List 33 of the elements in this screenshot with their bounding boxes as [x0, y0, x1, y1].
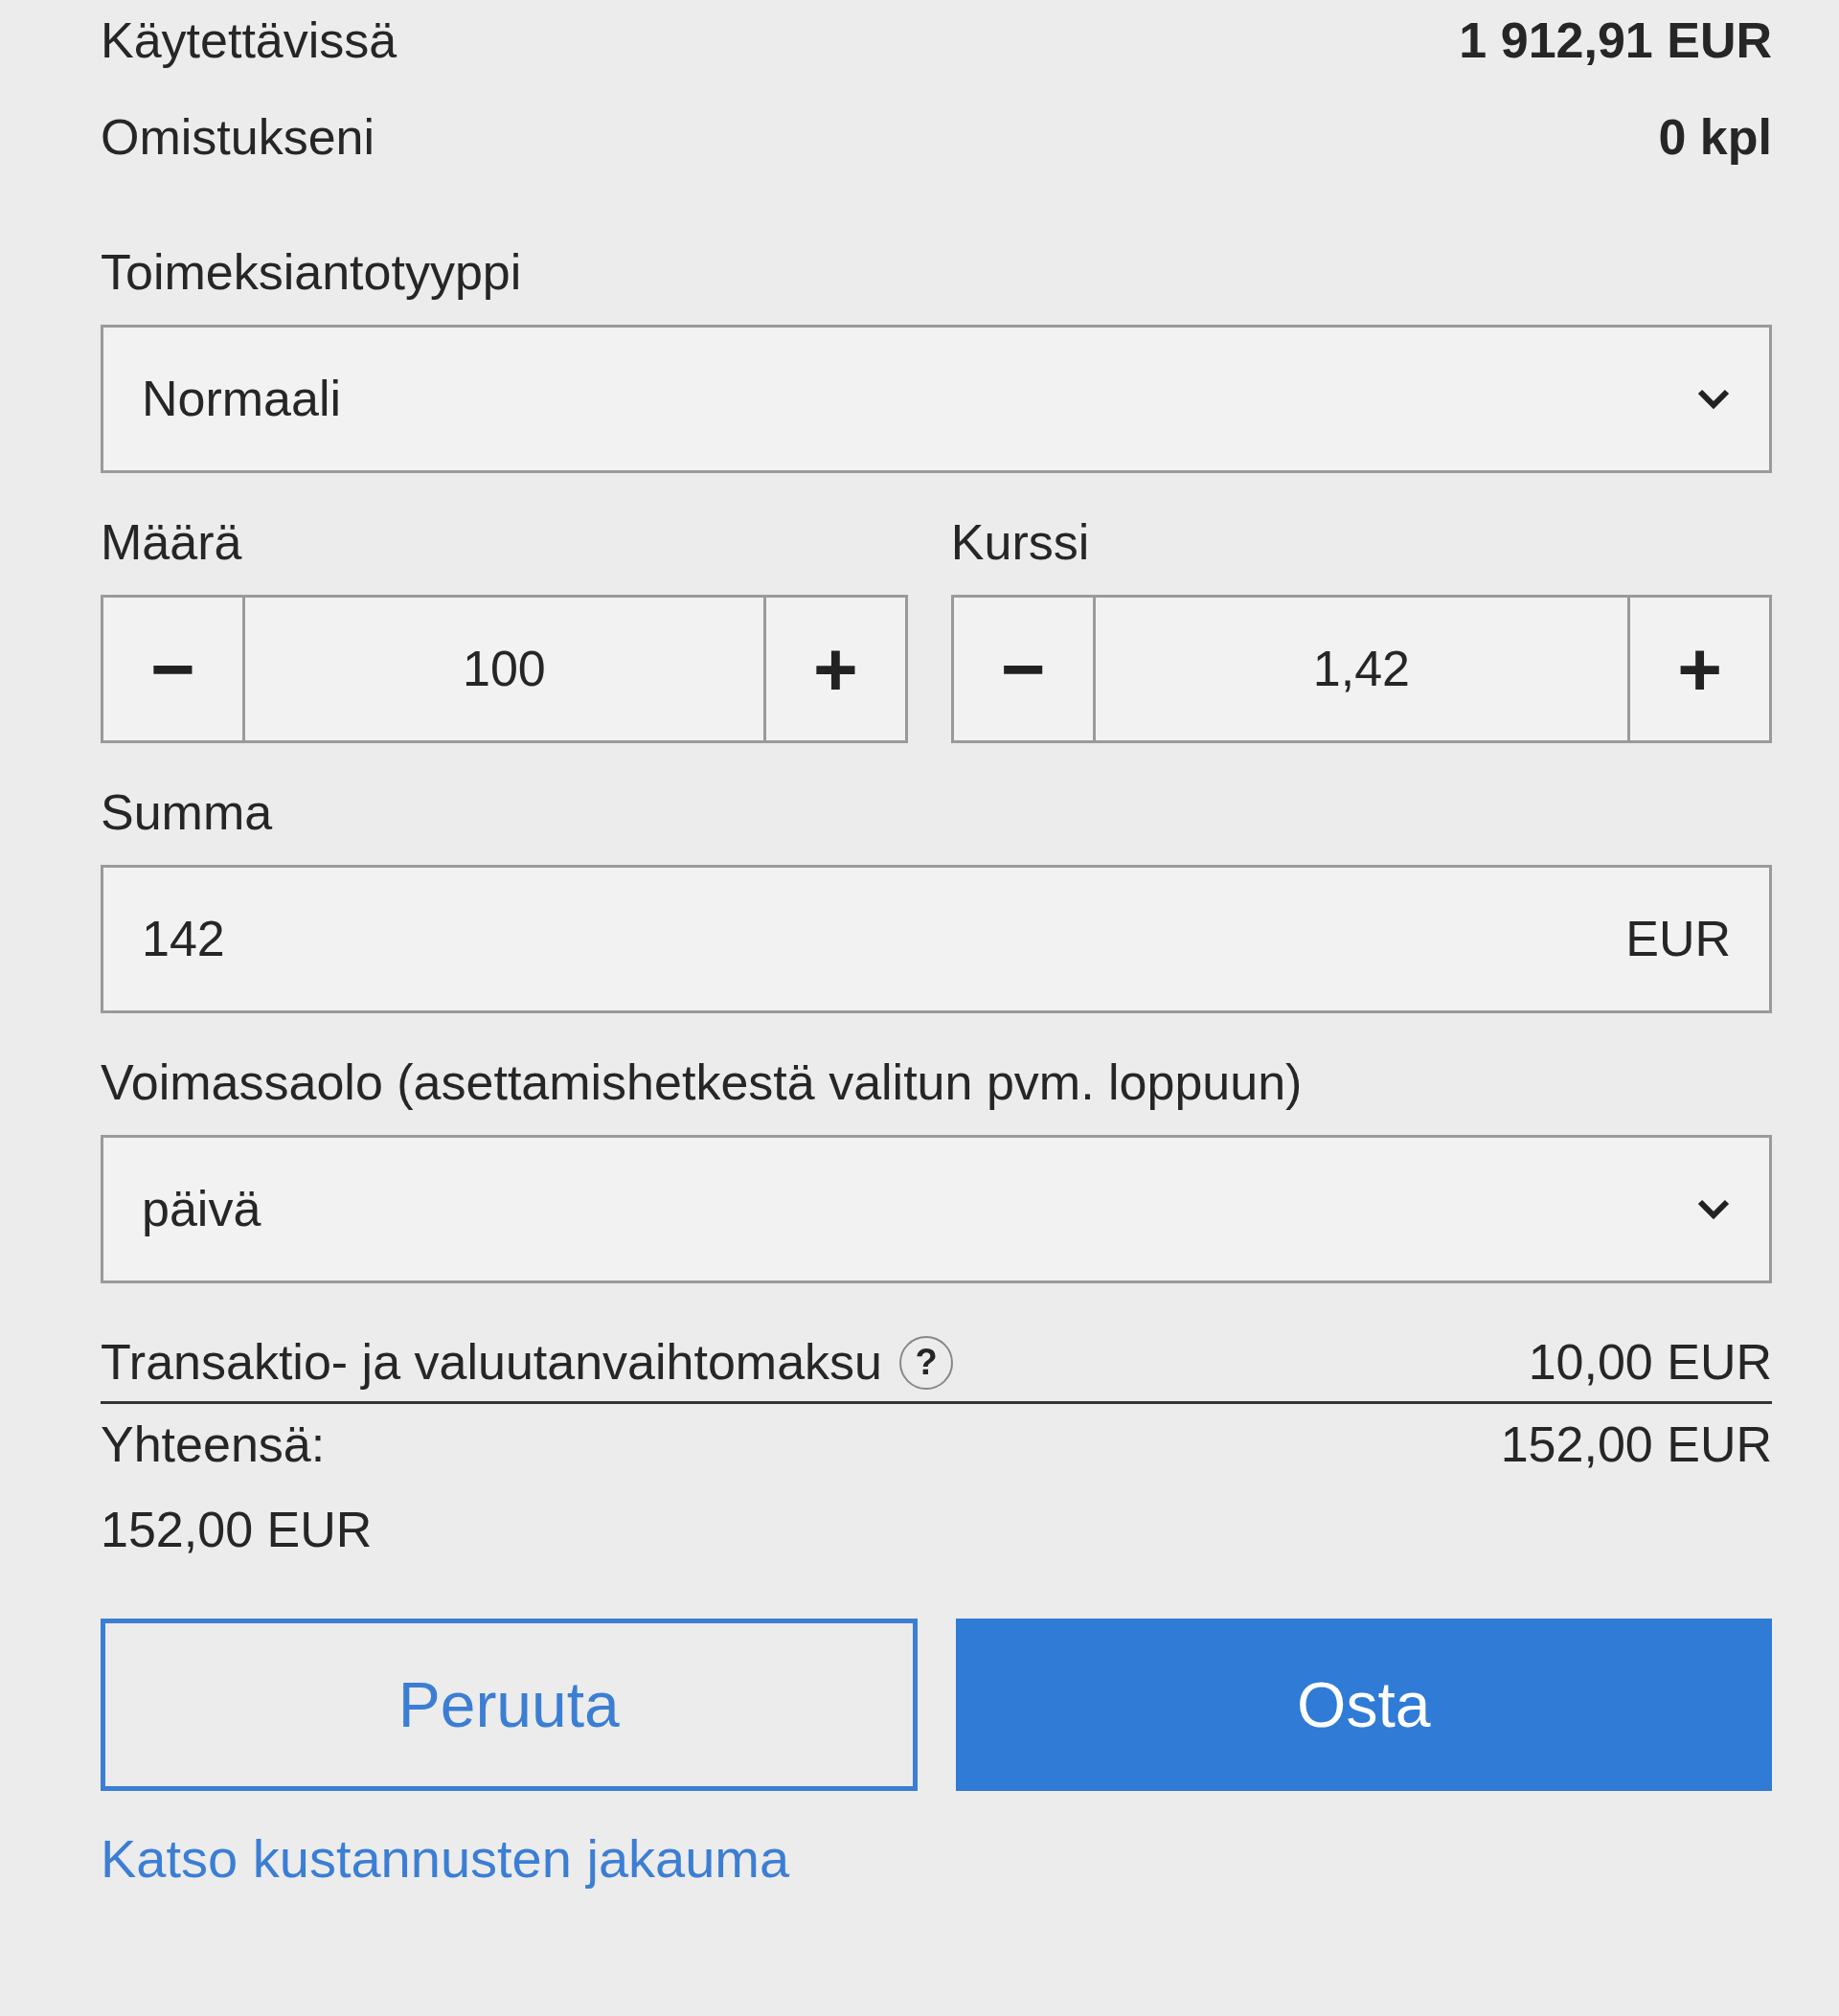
select-value: päivä	[142, 1180, 261, 1238]
field-label: Määrä	[101, 513, 242, 572]
input-value: 1,42	[1312, 640, 1410, 698]
minus-button[interactable]: −	[103, 598, 242, 740]
sum-input[interactable]: 142 EUR	[101, 865, 1772, 1013]
input-value: 142	[142, 910, 225, 968]
summary-label: Omistukseni	[101, 108, 375, 167]
chevron-down-icon	[1696, 387, 1731, 411]
currency-unit: EUR	[1625, 910, 1731, 968]
plus-button[interactable]: +	[1630, 598, 1769, 740]
number-input[interactable]: 1,42	[1092, 598, 1630, 740]
validity-select[interactable]: päivä	[101, 1135, 1772, 1283]
fee-value: 10,00 EUR	[1528, 1333, 1772, 1392]
buy-button[interactable]: Osta	[955, 1619, 1772, 1791]
plus-button[interactable]: +	[765, 598, 905, 740]
minus-button[interactable]: −	[953, 598, 1093, 740]
summary-value: 1 912,91 EUR	[1459, 11, 1772, 70]
total-value: 152,00 EUR	[1500, 1416, 1772, 1474]
field-label: Summa	[101, 783, 273, 842]
chevron-down-icon	[1696, 1197, 1731, 1221]
order-type-select[interactable]: Normaali	[101, 325, 1772, 473]
field-label: Toimeksiantotyyppi	[101, 243, 522, 302]
summary-value: 0 kpl	[1658, 108, 1772, 167]
help-button[interactable]: ?	[899, 1335, 954, 1390]
select-value: Normaali	[142, 370, 342, 428]
summary-label: Käytettävissä	[101, 11, 397, 70]
fee-label: Transaktio- ja valuutanvaihtomaksu	[101, 1333, 883, 1392]
total-value: 152,00 EUR	[101, 1502, 373, 1557]
total-label: Yhteensä:	[101, 1416, 326, 1474]
input-value: 100	[463, 640, 546, 698]
field-label: Kurssi	[950, 513, 1090, 572]
number-input[interactable]: 100	[242, 598, 766, 740]
field-label: Voimassaolo (asettamishetkestä valitun pvm. loppuun)	[101, 1053, 1303, 1112]
